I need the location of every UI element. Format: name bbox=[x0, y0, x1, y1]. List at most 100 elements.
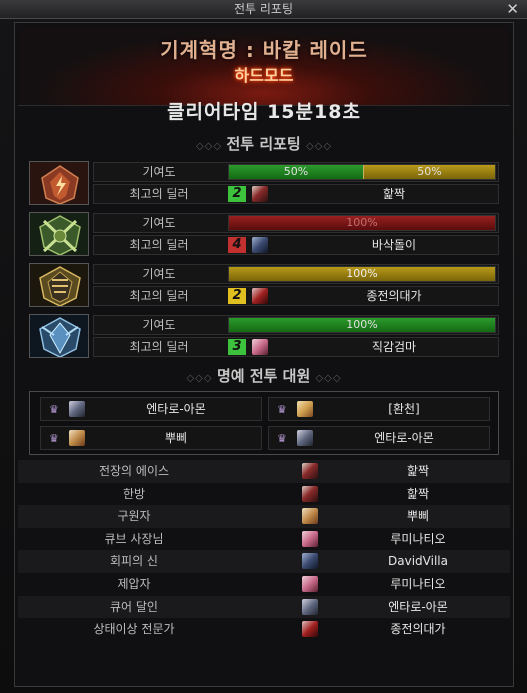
award-title: 회피의 신 bbox=[110, 554, 158, 569]
contribution-line: 기여도 100% bbox=[93, 315, 499, 335]
contribution-segment: 100% bbox=[229, 267, 495, 281]
award-row: 구원자 뿌삐 bbox=[18, 505, 510, 528]
award-row: 상태이상 전문가 종전의대가 bbox=[18, 618, 510, 641]
best-dealer-name: 직감검마 bbox=[371, 340, 417, 354]
character-avatar bbox=[297, 401, 313, 417]
contribution-segment: 50% bbox=[229, 165, 363, 179]
contribution-bar: 100% bbox=[228, 266, 496, 282]
crown-icon: ♛ bbox=[49, 403, 59, 416]
best-dealer-label: 최고의 딜러 bbox=[129, 238, 189, 252]
award-title: 상태이상 전문가 bbox=[93, 622, 175, 637]
best-dealer-name: 핥짝 bbox=[382, 187, 406, 201]
best-dealer-name: 종전의대가 bbox=[366, 289, 422, 303]
honor-member[interactable]: ♛ [환천] bbox=[268, 397, 490, 421]
character-avatar bbox=[302, 463, 318, 479]
honor-member[interactable]: ♛ 엔타로-아몬 bbox=[268, 426, 490, 450]
party-row: 기여도 100% 최고의 딜러 2 종전의대가 bbox=[29, 263, 499, 307]
award-player-name: DavidVilla bbox=[388, 554, 448, 569]
award-title: 전장의 에이스 bbox=[98, 464, 170, 478]
character-avatar bbox=[302, 575, 318, 592]
clear-time: 클리어타임 15분18초 bbox=[167, 101, 361, 123]
best-dealer-line: 최고의 딜러 3 직감검마 bbox=[93, 337, 499, 357]
honor-member[interactable]: ♛ 뿌삐 bbox=[40, 426, 262, 450]
award-title: 큐브 사장님 bbox=[104, 531, 164, 546]
ornament-left-icon: ◇◇◇ bbox=[195, 141, 227, 152]
rank-badge: 2 bbox=[228, 288, 246, 304]
award-row: 제압자 루미나티오 bbox=[18, 573, 510, 596]
best-dealer-name: 바삭돌이 bbox=[371, 238, 417, 252]
award-title: 구원자 bbox=[117, 509, 151, 524]
report-frame: 기계혁명 : 바칼 레이드 하드모드 클리어타임 15분18초 ◇◇◇ 전투 리… bbox=[14, 22, 514, 687]
best-dealer-line: 최고의 딜러 2 핥짝 bbox=[93, 184, 499, 204]
award-player-name: 핥짝 bbox=[406, 464, 430, 478]
character-avatar bbox=[69, 430, 85, 446]
red-fire-emblem-icon bbox=[29, 161, 89, 205]
window-title: 전투 리포팅 bbox=[233, 2, 293, 16]
award-row: 전장의 에이스 핥짝 bbox=[18, 460, 510, 483]
raid-banner: 기계혁명 : 바칼 레이드 하드모드 bbox=[18, 26, 510, 106]
character-avatar bbox=[302, 621, 318, 638]
contribution-segment: 100% bbox=[229, 318, 495, 332]
character-avatar bbox=[302, 598, 318, 615]
honor-member-name: 엔타로-아몬 bbox=[146, 402, 206, 416]
best-dealer-label: 최고의 딜러 bbox=[129, 187, 189, 201]
contribution-label: 기여도 bbox=[142, 267, 176, 281]
award-player-name: 종전의대가 bbox=[390, 622, 446, 637]
party-row: 기여도 50% 50% 최고의 딜러 2 핥짝 bbox=[29, 161, 499, 205]
award-row: 한방 핥짝 bbox=[18, 483, 510, 506]
raid-name: 기계혁명 : 바칼 레이드 bbox=[160, 38, 368, 62]
best-dealer-label: 최고의 딜러 bbox=[129, 289, 189, 303]
award-row: 큐어 달인 엔타로-아몬 bbox=[18, 595, 510, 619]
rank-badge: 3 bbox=[228, 339, 246, 355]
contribution-bar: 100% bbox=[228, 215, 496, 231]
honor-member[interactable]: ♛ 엔타로-아몬 bbox=[40, 397, 262, 421]
contribution-line: 기여도 100% bbox=[93, 264, 499, 284]
crown-icon: ♛ bbox=[277, 432, 287, 445]
award-player-name: 엔타로-아몬 bbox=[388, 599, 448, 614]
character-avatar bbox=[302, 508, 318, 525]
honor-heading: ◇◇◇ 명예 전투 대원 ◇◇◇ bbox=[15, 365, 513, 386]
award-player-name: 루미나티오 bbox=[390, 531, 446, 546]
crown-icon: ♛ bbox=[277, 403, 287, 416]
party-row: 기여도 100% 최고의 딜러 4 바삭돌이 bbox=[29, 212, 499, 256]
awards-list: 전장의 에이스 핥짝 한방 핥짝 구원자 뿌삐 큐브 사장님 루미나티오 회피의… bbox=[18, 460, 510, 641]
award-title: 큐어 달인 bbox=[110, 599, 158, 614]
character-avatar bbox=[69, 401, 85, 417]
battle-report-title: 전투 리포팅 bbox=[226, 135, 301, 153]
contribution-label: 기여도 bbox=[142, 216, 176, 230]
ornament-right-icon: ◇◇◇ bbox=[305, 141, 333, 152]
award-title: 제압자 bbox=[117, 576, 151, 591]
award-row: 회피의 신 DavidVilla bbox=[18, 550, 510, 573]
honor-member-name: 엔타로-아몬 bbox=[374, 431, 434, 445]
character-avatar bbox=[297, 430, 313, 446]
contribution-line: 기여도 50% 50% bbox=[93, 162, 499, 182]
character-avatar bbox=[302, 553, 318, 570]
contribution-segment: 50% bbox=[363, 165, 495, 179]
battle-report-window: 전투 리포팅 ✕ 기계혁명 : 바칼 레이드 하드모드 클리어타임 15분18초… bbox=[0, 0, 527, 693]
contribution-line: 기여도 100% bbox=[93, 213, 499, 233]
contribution-bar: 50% 50% bbox=[228, 164, 496, 180]
honor-member-name: [환천] bbox=[388, 402, 420, 416]
character-avatar bbox=[302, 530, 318, 547]
character-avatar bbox=[252, 237, 268, 253]
honor-title: 명예 전투 대원 bbox=[217, 367, 311, 385]
ornament-left-icon: ◇◇◇ bbox=[186, 373, 217, 384]
contribution-label: 기여도 bbox=[142, 318, 176, 332]
character-avatar bbox=[302, 485, 318, 502]
best-dealer-line: 최고의 딜러 2 종전의대가 bbox=[93, 286, 499, 306]
close-icon[interactable]: ✕ bbox=[506, 0, 519, 19]
rank-badge: 4 bbox=[228, 237, 246, 253]
difficulty-mode: 하드모드 bbox=[234, 66, 294, 85]
character-avatar bbox=[252, 339, 268, 355]
gold-wing-emblem-icon bbox=[29, 263, 89, 307]
best-dealer-line: 최고의 딜러 4 바삭돌이 bbox=[93, 235, 499, 255]
award-player-name: 뿌삐 bbox=[406, 509, 430, 524]
award-player-name: 루미나티오 bbox=[390, 576, 446, 591]
award-title: 한방 bbox=[122, 486, 146, 501]
contribution-segment: 100% bbox=[229, 216, 495, 230]
rank-badge: 2 bbox=[228, 186, 246, 202]
contribution-bar: 100% bbox=[228, 317, 496, 333]
green-blade-emblem-icon bbox=[29, 212, 89, 256]
blue-crystal-emblem-icon bbox=[29, 314, 89, 358]
honor-members-box: ♛ 엔타로-아몬 ♛ [환천] ♛ 뿌삐 ♛ 엔타로-아몬 bbox=[29, 391, 499, 455]
